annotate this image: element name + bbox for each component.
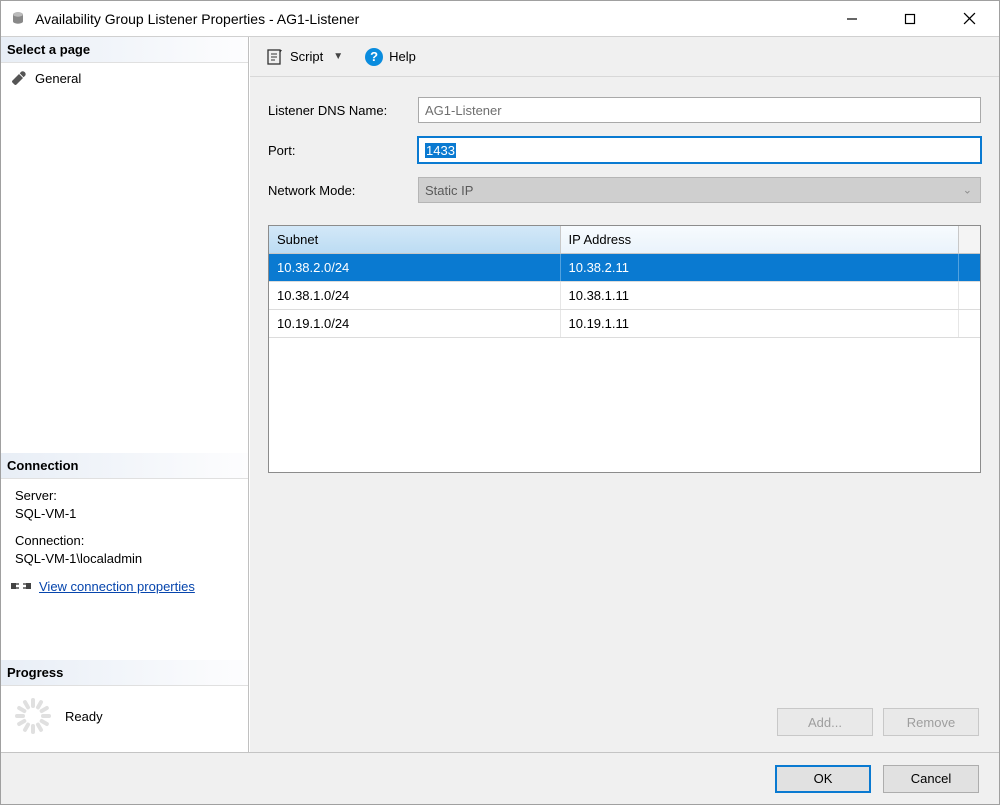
progress-body: Ready xyxy=(1,686,248,752)
cell-subnet: 10.38.1.0/24 xyxy=(269,282,561,309)
script-icon xyxy=(266,48,284,66)
progress-status: Ready xyxy=(65,709,103,724)
connection-plug-icon xyxy=(11,578,31,594)
network-mode-value: Static IP xyxy=(425,183,473,198)
connection-body: Server: SQL-VM-1 Connection: SQL-VM-1\lo… xyxy=(1,479,248,574)
help-icon: ? xyxy=(365,48,383,66)
chevron-down-icon[interactable]: ▼ xyxy=(329,51,347,62)
chevron-down-icon: ⌄ xyxy=(963,184,972,197)
form-area: Listener DNS Name: Port: 1433 Network Mo… xyxy=(250,77,999,752)
cancel-button[interactable]: Cancel xyxy=(883,765,979,793)
right-panel: Script ▼ ? Help Listener DNS Name: Port:… xyxy=(249,37,999,752)
left-panel: Select a page General Connection Server:… xyxy=(1,37,249,752)
select-page-header: Select a page xyxy=(1,37,248,63)
progress-spinner-icon xyxy=(15,698,51,734)
cell-ip: 10.38.2.11 xyxy=(561,254,959,281)
script-label: Script xyxy=(290,49,323,64)
script-button[interactable]: Script ▼ xyxy=(260,44,353,70)
cell-ip: 10.38.1.11 xyxy=(561,282,959,309)
connection-value: SQL-VM-1\localadmin xyxy=(15,550,238,568)
column-header-subnet[interactable]: Subnet xyxy=(269,226,561,254)
port-label: Port: xyxy=(268,143,418,158)
title-bar: Availability Group Listener Properties -… xyxy=(1,1,999,37)
help-label: Help xyxy=(389,49,416,64)
view-connection-properties-link[interactable]: View connection properties xyxy=(39,579,195,594)
page-item-general[interactable]: General xyxy=(9,67,240,89)
cell-blank xyxy=(959,310,980,337)
wrench-icon xyxy=(11,70,27,86)
cell-blank xyxy=(959,254,980,281)
dns-name-label: Listener DNS Name: xyxy=(268,103,418,118)
cell-subnet: 10.19.1.0/24 xyxy=(269,310,561,337)
port-value: 1433 xyxy=(425,143,456,158)
close-button[interactable] xyxy=(939,1,999,36)
minimize-button[interactable] xyxy=(823,1,881,36)
ok-button[interactable]: OK xyxy=(775,765,871,793)
window-controls xyxy=(823,1,999,36)
app-icon xyxy=(9,10,27,28)
connection-label: Connection: xyxy=(15,532,238,550)
grid-body: 10.38.2.0/2410.38.2.1110.38.1.0/2410.38.… xyxy=(269,254,980,472)
grid-header: Subnet IP Address xyxy=(269,226,980,254)
toolbar: Script ▼ ? Help xyxy=(250,37,999,77)
table-row[interactable]: 10.38.1.0/2410.38.1.11 xyxy=(269,282,980,310)
dns-name-input[interactable] xyxy=(418,97,981,123)
cell-blank xyxy=(959,282,980,309)
subnet-grid: Subnet IP Address 10.38.2.0/2410.38.2.11… xyxy=(268,225,981,473)
view-connection-row: View connection properties xyxy=(1,574,248,600)
maximize-button[interactable] xyxy=(881,1,939,36)
dialog-footer: OK Cancel xyxy=(1,752,999,804)
column-header-ip[interactable]: IP Address xyxy=(561,226,959,254)
page-list: General xyxy=(1,63,248,93)
connection-header: Connection xyxy=(1,453,248,479)
server-label: Server: xyxy=(15,487,238,505)
port-input[interactable]: 1433 xyxy=(418,137,981,163)
cell-subnet: 10.38.2.0/24 xyxy=(269,254,561,281)
table-row[interactable]: 10.19.1.0/2410.19.1.11 xyxy=(269,310,980,338)
table-row[interactable]: 10.38.2.0/2410.38.2.11 xyxy=(269,254,980,282)
help-button[interactable]: ? Help xyxy=(359,44,422,70)
remove-button: Remove xyxy=(883,708,979,736)
page-item-label: General xyxy=(35,71,81,86)
network-mode-label: Network Mode: xyxy=(268,183,418,198)
window-title: Availability Group Listener Properties -… xyxy=(35,11,823,27)
progress-header: Progress xyxy=(1,660,248,686)
network-mode-select: Static IP ⌄ xyxy=(418,177,981,203)
cell-ip: 10.19.1.11 xyxy=(561,310,959,337)
server-value: SQL-VM-1 xyxy=(15,505,238,523)
add-button: Add... xyxy=(777,708,873,736)
column-header-blank xyxy=(959,226,980,254)
